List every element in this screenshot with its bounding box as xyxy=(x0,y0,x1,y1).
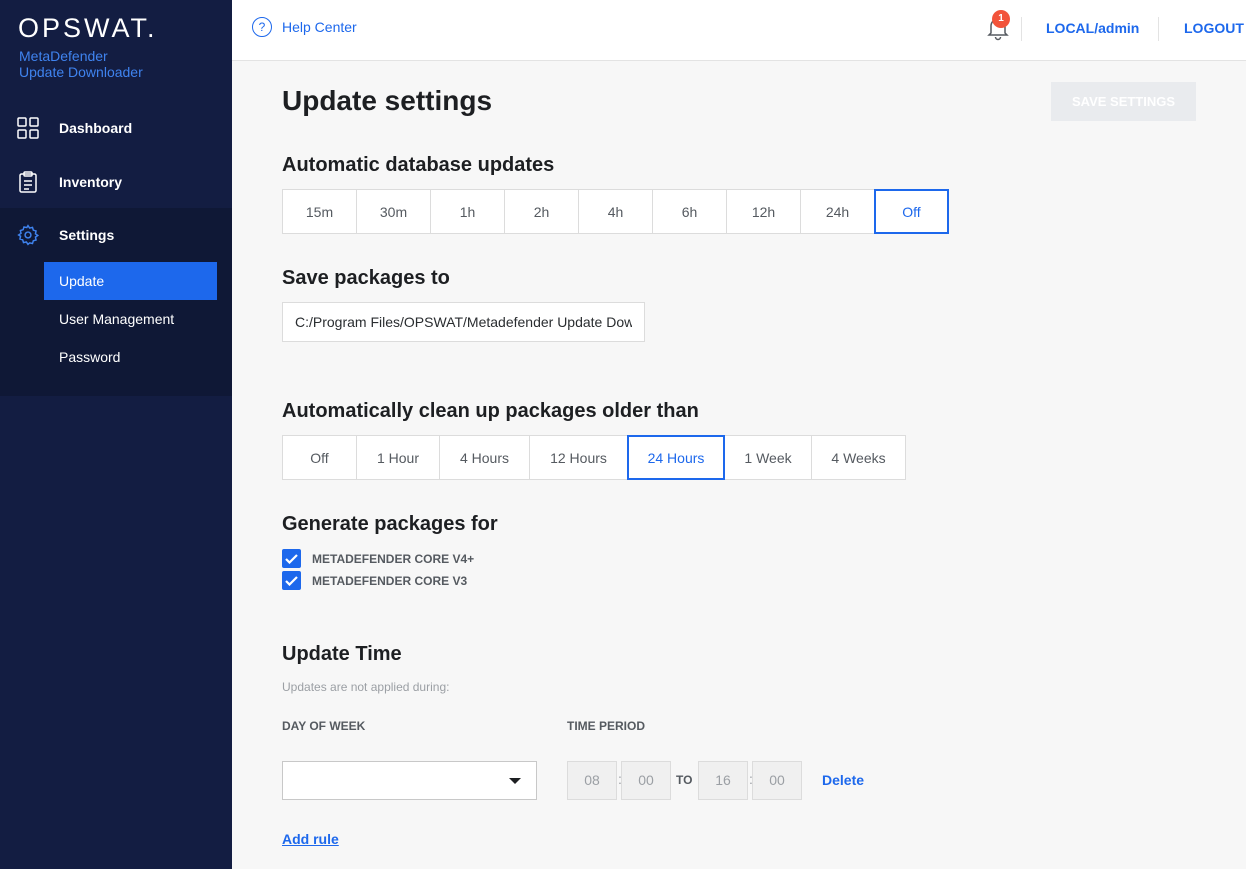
logout-button[interactable]: LOGOUT xyxy=(1184,20,1244,36)
cleanup-option-12-hours[interactable]: 12 Hours xyxy=(529,435,628,480)
from-minute-input[interactable]: 00 xyxy=(621,761,671,800)
package-option-core-v3: METADEFENDER CORE V3 xyxy=(282,571,467,590)
sidebar: OPSWAT. MetaDefender Update Downloader D… xyxy=(0,0,232,869)
question-circle-icon: ? xyxy=(252,17,272,37)
generate-packages-title: Generate packages for xyxy=(282,513,498,535)
checkbox-label: METADEFENDER CORE V3 xyxy=(312,573,468,588)
to-hour-input[interactable]: 16 xyxy=(698,761,748,800)
product-name: MetaDefender Update Downloader xyxy=(19,48,143,80)
page-title: Update settings xyxy=(282,85,493,116)
settings-content: Update settings SAVE SETTINGS Automatic … xyxy=(232,61,1246,869)
auto-update-interval-selector: 15m 30m 1h 2h 4h 6h 12h 24h Off xyxy=(282,189,949,234)
save-settings-button[interactable]: SAVE SETTINGS xyxy=(1051,82,1196,121)
interval-option-6h[interactable]: 6h xyxy=(652,189,727,234)
notification-badge: 1 xyxy=(992,10,1010,28)
from-hour-input[interactable]: 08 xyxy=(567,761,617,800)
checkbox-label: METADEFENDER CORE V4+ xyxy=(312,551,475,566)
product-name-line1: MetaDefender xyxy=(19,48,108,64)
interval-option-24h[interactable]: 24h xyxy=(800,189,875,234)
to-label: TO xyxy=(676,773,693,787)
cleanup-title: Automatically clean up packages older th… xyxy=(282,400,699,422)
cleanup-option-24-hours[interactable]: 24 Hours xyxy=(627,435,725,480)
sidebar-item-label: Dashboard xyxy=(59,120,133,136)
cleanup-option-1-hour[interactable]: 1 Hour xyxy=(356,435,440,480)
sidebar-nav: Dashboard Inventory xyxy=(0,101,232,209)
to-minute-input[interactable]: 00 xyxy=(752,761,802,800)
caret-down-icon xyxy=(509,778,521,784)
checkbox-core-v4[interactable] xyxy=(282,549,301,568)
interval-option-12h[interactable]: 12h xyxy=(726,189,801,234)
interval-option-4h[interactable]: 4h xyxy=(578,189,653,234)
sidebar-item-label: Settings xyxy=(59,227,115,243)
interval-option-2h[interactable]: 2h xyxy=(504,189,579,234)
sidebar-subitem-user-management[interactable]: User Management xyxy=(44,300,217,338)
auto-updates-title: Automatic database updates xyxy=(282,154,555,176)
sidebar-item-inventory[interactable]: Inventory xyxy=(0,155,232,209)
cleanup-option-4-hours[interactable]: 4 Hours xyxy=(439,435,530,480)
sidebar-item-settings[interactable]: Settings xyxy=(0,208,232,262)
day-of-week-select[interactable] xyxy=(282,761,537,800)
user-account-link[interactable]: LOCAL/admin xyxy=(1046,20,1139,36)
cleanup-option-off[interactable]: Off xyxy=(282,435,357,480)
update-time-title: Update Time xyxy=(282,643,402,665)
interval-option-off[interactable]: Off xyxy=(874,189,949,234)
product-name-line2: Update Downloader xyxy=(19,64,143,80)
interval-option-15m[interactable]: 15m xyxy=(282,189,357,234)
cleanup-option-1-week[interactable]: 1 Week xyxy=(724,435,812,480)
divider xyxy=(1158,17,1159,41)
sidebar-subitem-password[interactable]: Password xyxy=(44,338,217,376)
package-option-core-v4: METADEFENDER CORE V4+ xyxy=(282,549,474,568)
interval-option-1h[interactable]: 1h xyxy=(430,189,505,234)
help-center-link[interactable]: ? Help Center xyxy=(252,17,357,37)
day-of-week-label: DAY OF WEEK xyxy=(282,719,366,733)
sidebar-item-label: Inventory xyxy=(59,174,123,190)
add-rule-link[interactable]: Add rule xyxy=(282,831,339,847)
sidebar-item-dashboard[interactable]: Dashboard xyxy=(0,101,232,155)
dashboard-grid-icon xyxy=(17,117,39,139)
cleanup-option-4-weeks[interactable]: 4 Weeks xyxy=(811,435,906,480)
update-time-hint: Updates are not applied during: xyxy=(282,680,450,694)
topbar: ? Help Center 1 LOCAL/admin LOGOUT xyxy=(232,0,1246,61)
checkbox-core-v3[interactable] xyxy=(282,571,301,590)
clipboard-icon xyxy=(17,171,39,193)
divider xyxy=(1021,17,1022,41)
interval-option-30m[interactable]: 30m xyxy=(356,189,431,234)
delete-rule-button[interactable]: Delete xyxy=(822,772,864,788)
opswat-logo: OPSWAT. xyxy=(18,13,158,43)
gear-icon xyxy=(17,224,39,246)
sidebar-subitem-update[interactable]: Update xyxy=(44,262,217,300)
cleanup-age-selector: Off 1 Hour 4 Hours 12 Hours 24 Hours 1 W… xyxy=(282,435,906,480)
time-period-label: TIME PERIOD xyxy=(567,719,646,733)
help-center-label: Help Center xyxy=(282,19,357,35)
save-path-input[interactable] xyxy=(282,302,645,342)
save-packages-title: Save packages to xyxy=(282,267,450,289)
settings-group: Settings Update User Management Password xyxy=(0,208,232,396)
